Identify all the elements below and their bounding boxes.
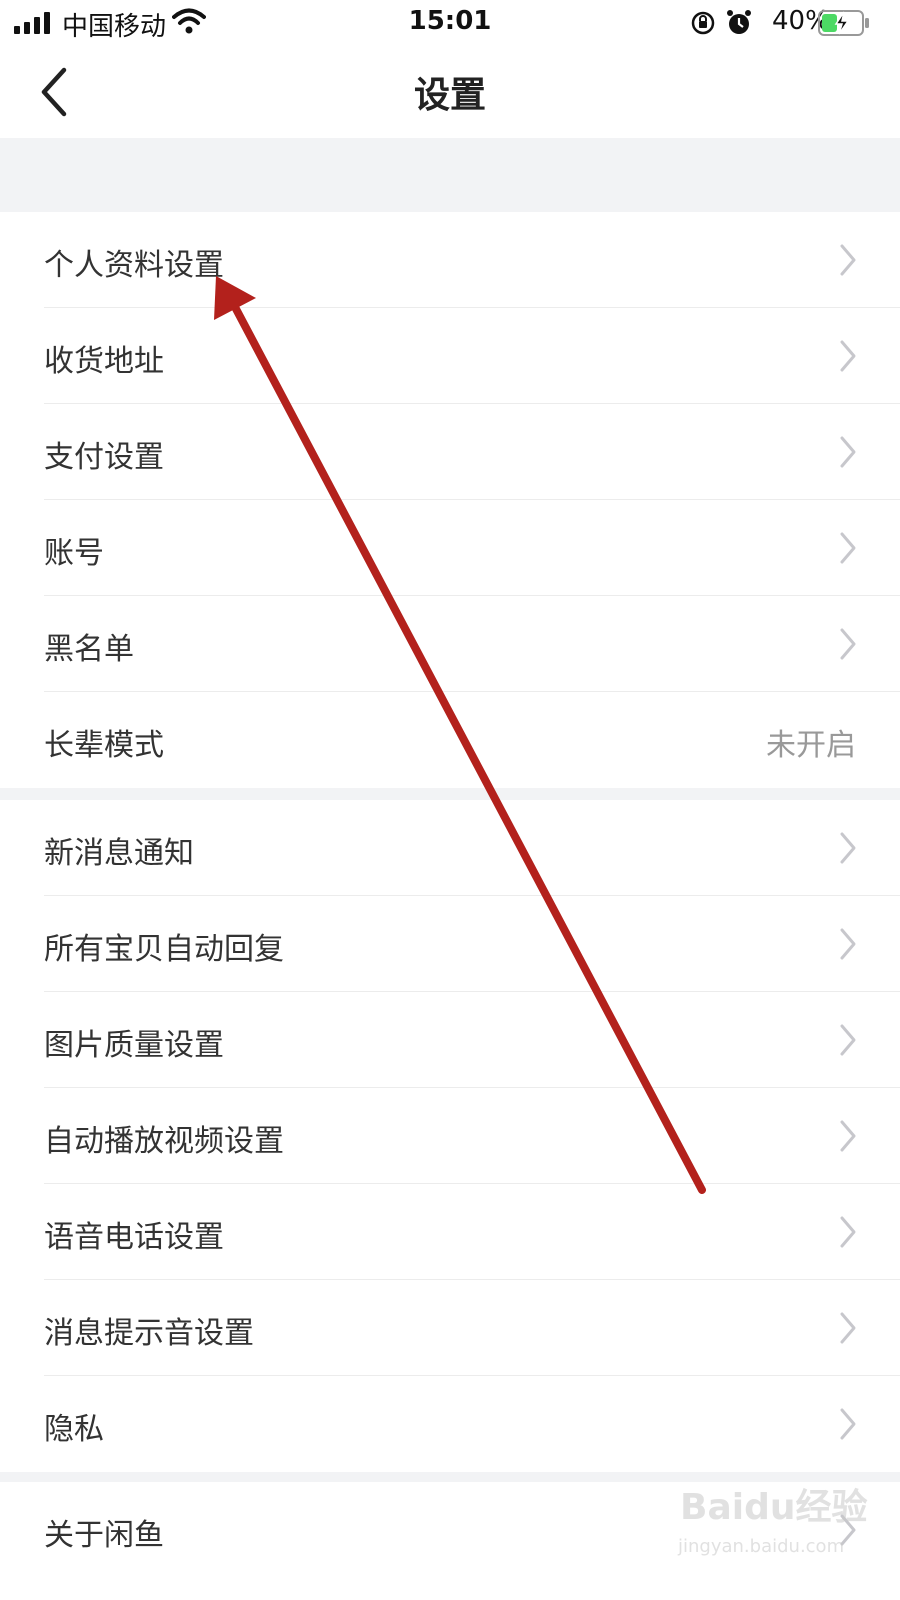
chevron-right-icon [840, 628, 856, 660]
watermark-url: jingyan.baidu.com [678, 1536, 845, 1557]
chevron-right-icon [840, 340, 856, 372]
row-label: 个人资料设置 [44, 248, 224, 283]
settings-row-account[interactable]: 账号 [0, 500, 900, 596]
row-label: 图片质量设置 [44, 1028, 224, 1063]
chevron-right-icon [840, 832, 856, 864]
settings-row-image-quality[interactable]: 图片质量设置 [0, 992, 900, 1088]
settings-row-elder-mode[interactable]: 长辈模式 未开启 [0, 692, 900, 788]
settings-row-blacklist[interactable]: 黑名单 [0, 596, 900, 692]
settings-row-autoplay-video[interactable]: 自动播放视频设置 [0, 1088, 900, 1184]
settings-row-payment[interactable]: 支付设置 [0, 404, 900, 500]
row-label: 所有宝贝自动回复 [44, 932, 284, 967]
row-label: 消息提示音设置 [44, 1316, 254, 1351]
battery-charging-icon [818, 10, 869, 36]
chevron-right-icon [840, 244, 856, 276]
chevron-right-icon [840, 1312, 856, 1344]
settings-row-shipping-address[interactable]: 收货地址 [0, 308, 900, 404]
settings-group-messages: 新消息通知 所有宝贝自动回复 图片质量设置 自动播放视频设置 语音电话设置 消息… [0, 800, 900, 1472]
row-label: 隐私 [44, 1412, 104, 1447]
watermark-brand: Baidu经验 [680, 1487, 868, 1528]
chevron-right-icon [840, 1216, 856, 1248]
row-label: 长辈模式 [44, 728, 164, 763]
settings-row-auto-reply[interactable]: 所有宝贝自动回复 [0, 896, 900, 992]
chevron-right-icon [840, 1024, 856, 1056]
row-label: 关于闲鱼 [44, 1518, 164, 1553]
section-gap [0, 138, 900, 212]
baidu-watermark: Baidu经验 jingyan.baidu.com [676, 1478, 876, 1588]
chevron-right-icon [840, 1408, 856, 1440]
settings-row-privacy[interactable]: 隐私 [0, 1376, 900, 1472]
chevron-right-icon [840, 928, 856, 960]
alarm-icon [727, 10, 751, 34]
row-label: 收货地址 [44, 344, 164, 379]
clock: 15:01 [408, 6, 492, 36]
settings-row-new-message-notification[interactable]: 新消息通知 [0, 800, 900, 896]
chevron-right-icon [840, 532, 856, 564]
elder-mode-status: 未开启 [766, 728, 856, 763]
chevron-right-icon [840, 1120, 856, 1152]
settings-row-profile[interactable]: 个人资料设置 [0, 212, 900, 308]
chevron-right-icon [840, 436, 856, 468]
row-label: 账号 [44, 536, 104, 571]
status-bar: 中国移动 15:01 40% [0, 0, 900, 46]
row-label: 黑名单 [44, 632, 134, 667]
row-label: 支付设置 [44, 440, 164, 475]
settings-row-notification-sound[interactable]: 消息提示音设置 [0, 1280, 900, 1376]
settings-group-account: 个人资料设置 收货地址 支付设置 账号 黑名单 长辈模式 未开启 [0, 212, 900, 788]
page-title: 设置 [413, 75, 486, 116]
rotation-lock-icon [691, 11, 715, 35]
settings-row-voice-call[interactable]: 语音电话设置 [0, 1184, 900, 1280]
navigation-bar: 设置 [0, 46, 900, 138]
row-label: 自动播放视频设置 [44, 1124, 284, 1159]
row-label: 语音电话设置 [44, 1220, 224, 1255]
row-label: 新消息通知 [44, 836, 194, 871]
